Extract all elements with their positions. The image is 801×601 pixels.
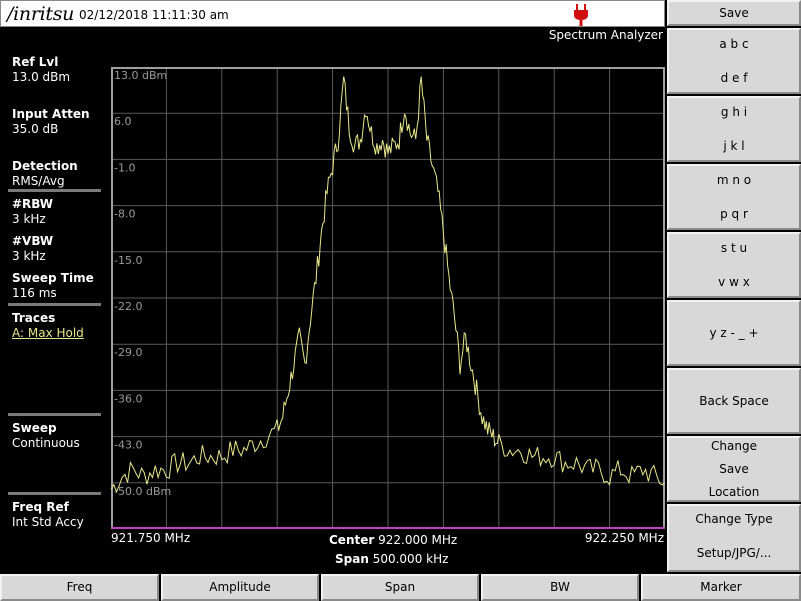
key-pqr-label: p q r (720, 207, 748, 221)
power-plug-icon (574, 4, 588, 26)
key-stu-label: s t u (720, 241, 748, 255)
marker-button[interactable]: Marker (641, 574, 801, 601)
change-save-location-line3: Location (708, 485, 760, 499)
ref-level-label: Ref Lvl (12, 55, 59, 69)
y-tick-label: 6.0 (114, 115, 132, 128)
sweep-time-label: Sweep Time (12, 271, 94, 285)
bw-button[interactable]: BW (481, 574, 639, 601)
sweep-time-value: 116 ms (12, 286, 57, 300)
y-tick-label: -29.0 (114, 346, 142, 359)
back-space-button[interactable]: Back Space (667, 368, 801, 434)
span-readout: Span 500.000 kHz (335, 552, 448, 566)
y-tick-label: -43.0 (114, 439, 142, 452)
rbw-label: #RBW (12, 197, 54, 211)
key-stu-vwx[interactable]: s t u v w x (667, 232, 801, 298)
key-ghi-jkl[interactable]: g h i j k l (667, 96, 801, 162)
save-button[interactable]: Save (667, 0, 801, 26)
key-ghi-label: g h i (720, 105, 748, 119)
brand-logo: /inritsu (7, 3, 75, 25)
trace-a-link[interactable]: A: Max Hold (12, 326, 84, 340)
key-yz-symbols[interactable]: y z - _ + (667, 300, 801, 366)
y-tick-label: -22.0 (114, 300, 142, 313)
freq-ref-value: Int Std Accy (12, 515, 84, 529)
vbw-label: #VBW (12, 234, 54, 248)
spectrum-plot: 13.0 dBm 6.0 -1.0 -8.0 -15.0 -22.0 -29.0 -36.0 -… (111, 67, 665, 529)
key-vwx-label: v w x (718, 275, 750, 289)
freq-button[interactable]: Freq (0, 574, 159, 601)
separator (8, 303, 101, 306)
y-tick-label: -50.0 dBm (114, 485, 171, 498)
change-save-location-line2: Save (719, 462, 749, 476)
key-mno-pqr[interactable]: m n o p q r (667, 164, 801, 230)
input-atten-label: Input Atten (12, 107, 90, 121)
y-tick-label: -1.0 (114, 161, 135, 174)
span-value: 500.000 kHz (372, 552, 449, 566)
detection-label: Detection (12, 159, 78, 173)
separator (8, 413, 101, 416)
spectrum-graph: 13.0 dBm 6.0 -1.0 -8.0 -15.0 -22.0 -29.0 -36.0 -… (111, 67, 665, 529)
x-start-label: 921.750 MHz (111, 531, 191, 545)
input-atten-value: 35.0 dB (12, 122, 59, 136)
y-tick-label: -36.0 (114, 392, 142, 405)
date-time: 02/12/2018 11:11:30 am (79, 8, 229, 22)
vbw-value: 3 kHz (12, 249, 46, 263)
change-save-location-line1: Change (711, 439, 757, 453)
traces-label: Traces (12, 311, 56, 325)
span-button[interactable]: Span (321, 574, 479, 601)
title-bar: /inritsu 02/12/2018 11:11:30 am (0, 0, 665, 27)
change-type-value: Setup/JPG/... (696, 546, 772, 560)
key-mno-label: m n o (716, 173, 752, 187)
separator (8, 492, 101, 495)
detection-value: RMS/Avg (12, 174, 65, 188)
span-label: Span (335, 552, 369, 566)
mode-title: Spectrum Analyzer (548, 28, 663, 42)
center-value: 922.000 MHz (378, 533, 458, 547)
y-tick-label: -15.0 (114, 254, 142, 267)
key-def-label: d e f (720, 71, 748, 85)
separator (8, 189, 101, 192)
x-end-label: 922.250 MHz (584, 531, 664, 545)
amplitude-button[interactable]: Amplitude (161, 574, 319, 601)
freq-ref-label: Freq Ref (12, 500, 69, 514)
ref-level-value: 13.0 dBm (12, 70, 71, 84)
sweep-value: Continuous (12, 436, 80, 450)
key-abc-label: a b c (719, 37, 749, 51)
y-tick-label: 13.0 dBm (114, 69, 167, 82)
rbw-value: 3 kHz (12, 212, 46, 226)
change-save-location-button[interactable]: Change Save Location (667, 436, 801, 502)
y-tick-label: -8.0 (114, 208, 135, 221)
key-abc-def[interactable]: a b c d e f (667, 28, 801, 94)
sweep-label: Sweep (12, 421, 57, 435)
change-type-button[interactable]: Change Type Setup/JPG/... (667, 504, 801, 572)
center-frequency: Center 922.000 MHz (329, 533, 457, 547)
key-jkl-label: j k l (723, 139, 745, 153)
center-label: Center (329, 533, 375, 547)
change-type-label: Change Type (695, 512, 773, 526)
